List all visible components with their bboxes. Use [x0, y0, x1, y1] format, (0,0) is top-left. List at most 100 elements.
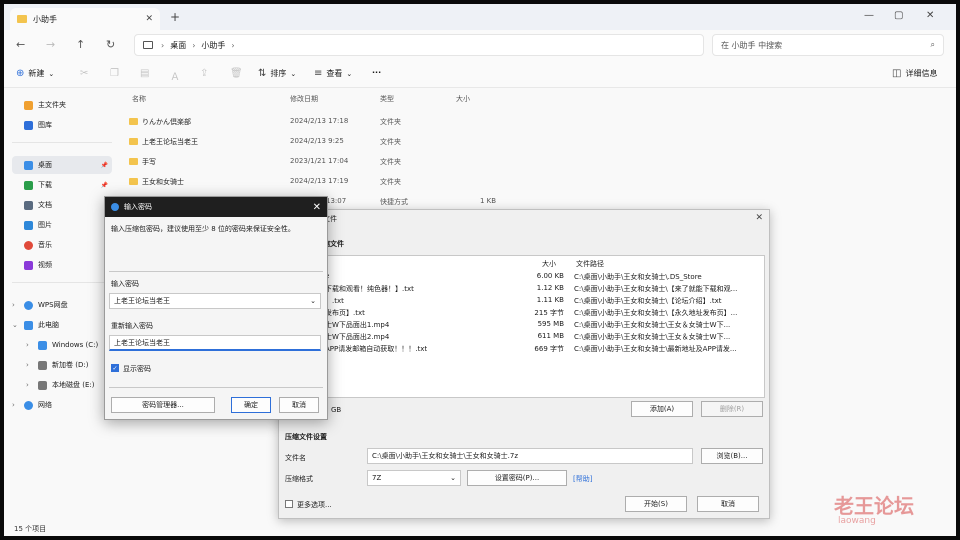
sidebar-item-network[interactable]: › 网络: [12, 396, 112, 414]
chevron-right-icon[interactable]: ›: [26, 381, 34, 389]
file-row[interactable]: りんかん倶楽部 2024/2/13 17:18 文件夹: [122, 112, 952, 132]
chevron-right-icon[interactable]: ›: [12, 401, 20, 409]
pin-icon[interactable]: 📌: [101, 162, 108, 169]
file-row[interactable]: 王女和女骑士 2024/2/13 17:19 文件夹: [122, 172, 952, 192]
back-button[interactable]: ←: [16, 38, 25, 51]
list-item[interactable]: ore 6.00 KB C:\桌面\小助手\王女和女骑士\.DS_Store: [314, 271, 764, 282]
sidebar-item-documents[interactable]: 文档: [12, 196, 112, 214]
sidebar-item-drive-e[interactable]: › 本地磁盘 (E:): [26, 376, 116, 394]
folder-icon: [129, 138, 138, 145]
password-hint: 输入压缩包密码，建议使用至少 8 位的密码来保证安全性。: [111, 225, 295, 233]
delete-icon[interactable]: 🗑: [230, 68, 243, 79]
sidebar-item-videos[interactable]: 视频: [12, 256, 112, 274]
list-header-path[interactable]: 文件路径: [576, 259, 604, 269]
sidebar-item-pictures[interactable]: 图片: [12, 216, 112, 234]
rename-icon[interactable]: Ａ: [170, 68, 180, 83]
chevron-right-icon[interactable]: ›: [26, 341, 34, 349]
add-button[interactable]: 添加(A): [631, 401, 693, 417]
chevron-down-icon: ⌄: [290, 69, 297, 78]
browse-button[interactable]: 浏览(B)...: [701, 448, 763, 464]
address-bar[interactable]: › 桌面 › 小助手 ›: [134, 34, 704, 56]
sidebar-item-gallery[interactable]: 图库: [12, 116, 112, 134]
chevron-down-icon[interactable]: ⌄: [12, 321, 20, 329]
list-item[interactable]: 骑士W下品面出2.mp4 611 MB C:\桌面\小助手\王女和女骑士\王女＆…: [314, 331, 764, 342]
sidebar-item-drive-d[interactable]: › 新加卷 (D:): [26, 356, 116, 374]
confirm-password-field[interactable]: 上老王论坛当老王: [109, 335, 321, 351]
password-field[interactable]: 上老王论坛当老王 ⌄: [109, 293, 321, 309]
divider: [12, 282, 112, 283]
pin-icon[interactable]: 📌: [101, 182, 108, 189]
column-header-type[interactable]: 类型: [380, 94, 394, 104]
file-row[interactable]: 上老王论坛当老王 2024/2/13 9:25 文件夹: [122, 132, 952, 152]
paste-icon[interactable]: ▤: [140, 68, 149, 79]
up-button[interactable]: ↑: [76, 38, 85, 51]
ok-button[interactable]: 确定: [231, 397, 271, 413]
new-tab-button[interactable]: +: [170, 10, 180, 24]
filename-field[interactable]: C:\桌面\小助手\王女和女骑士\王女和女骑士.7z: [367, 448, 693, 464]
copy-icon[interactable]: ❐: [110, 68, 119, 79]
close-icon[interactable]: ✕: [755, 213, 763, 223]
list-header-size[interactable]: 大小: [542, 259, 556, 269]
refresh-button[interactable]: ↻: [106, 38, 115, 51]
divider: [109, 387, 323, 388]
search-input[interactable]: 在 小助手 中搜索 ⌕: [712, 34, 944, 56]
column-header-name[interactable]: 名称: [132, 94, 146, 104]
divider: [12, 142, 112, 143]
more-button[interactable]: ···: [372, 68, 381, 77]
computer-icon: [24, 320, 33, 330]
forward-button[interactable]: →: [46, 38, 55, 51]
view-button[interactable]: ≡ 查看 ⌄: [314, 68, 352, 79]
new-button[interactable]: ⊕ 新建 ⌄: [16, 68, 54, 79]
list-item[interactable]: 及APP请发邮箱自动获取！！！.txt 669 字节 C:\桌面\小助手\王女和…: [314, 343, 764, 354]
tab-xiaozhushou[interactable]: 小助手 ✕: [10, 8, 160, 30]
file-list-box[interactable]: 大小 文件路径 ore 6.00 KB C:\桌面\小助手\王女和女骑士\.DS…: [313, 255, 765, 398]
picture-icon: [24, 220, 33, 230]
sidebar-item-home[interactable]: 主文件夹: [12, 96, 112, 114]
minimize-button[interactable]: —: [864, 10, 874, 21]
list-item[interactable]: 骑士W下品面出1.mp4 595 MB C:\桌面\小助手\王女和女骑士\王女＆…: [314, 319, 764, 330]
drive-icon: [38, 380, 47, 390]
close-window-button[interactable]: ✕: [926, 10, 934, 21]
start-button[interactable]: 开始(S): [625, 496, 687, 512]
set-password-button[interactable]: 设置密码(P)...: [467, 470, 567, 486]
breadcrumb-folder[interactable]: 小助手: [201, 40, 225, 51]
chevron-right-icon[interactable]: ›: [26, 361, 34, 369]
sidebar-item-desktop[interactable]: 桌面 📌: [12, 156, 112, 174]
list-item[interactable]: 绍】.txt 1.11 KB C:\桌面\小助手\王女和女骑士\【论坛介绍】.t…: [314, 295, 764, 306]
share-icon[interactable]: ⇪: [200, 68, 208, 79]
sidebar-item-drive-c[interactable]: › Windows (C:): [26, 336, 116, 354]
view-icon: ≡: [314, 68, 323, 79]
show-password-checkbox[interactable]: ✓: [111, 364, 119, 372]
sidebar-item-downloads[interactable]: 下载 📌: [12, 176, 112, 194]
list-item[interactable]: 哦下载和观看！纯色器！】.txt 1.12 KB C:\桌面\小助手\王女和女骑…: [314, 283, 764, 294]
chevron-down-icon: ⌄: [450, 474, 456, 482]
format-select[interactable]: 7Z ⌄: [367, 470, 461, 486]
more-options-checkbox[interactable]: [285, 500, 293, 508]
cut-icon[interactable]: ✂: [80, 68, 88, 79]
cancel-button[interactable]: 取消: [697, 496, 759, 512]
column-header-size[interactable]: 大小: [456, 94, 470, 104]
breadcrumb-desktop[interactable]: 桌面: [170, 40, 186, 51]
password-manager-button[interactable]: 密码管理器...: [111, 397, 215, 413]
chevron-down-icon: ⌄: [48, 69, 55, 78]
help-link[interactable]: [帮助]: [573, 474, 592, 484]
chevron-down-icon[interactable]: ⌄: [310, 297, 316, 305]
sort-button[interactable]: ⇅ 排序 ⌄: [258, 68, 296, 79]
column-header-date[interactable]: 修改日期: [290, 94, 318, 104]
remove-button[interactable]: 删除(R): [701, 401, 763, 417]
sidebar-item-wps-drive[interactable]: › WPS网盘: [12, 296, 112, 314]
chevron-right-icon[interactable]: ›: [12, 301, 20, 309]
close-icon[interactable]: ✕: [313, 202, 321, 213]
details-button[interactable]: ◫ 详细信息: [892, 68, 937, 79]
close-tab-icon[interactable]: ✕: [145, 14, 153, 24]
file-row[interactable]: 手写 2023/1/21 17:04 文件夹: [122, 152, 952, 172]
filename-label: 文件名: [285, 454, 306, 462]
plus-icon: ⊕: [16, 68, 25, 79]
sidebar-item-this-pc[interactable]: ⌄ 此电脑: [12, 316, 112, 334]
tab-label: 小助手: [33, 14, 57, 24]
cancel-button[interactable]: 取消: [279, 397, 319, 413]
maximize-button[interactable]: ▢: [894, 10, 903, 21]
sidebar-item-music[interactable]: 音乐: [12, 236, 112, 254]
list-item[interactable]: 址发布页】.txt 215 字节 C:\桌面\小助手\王女和女骑士\【永久地址发…: [314, 307, 764, 318]
total-size-label: GB: [331, 406, 342, 414]
